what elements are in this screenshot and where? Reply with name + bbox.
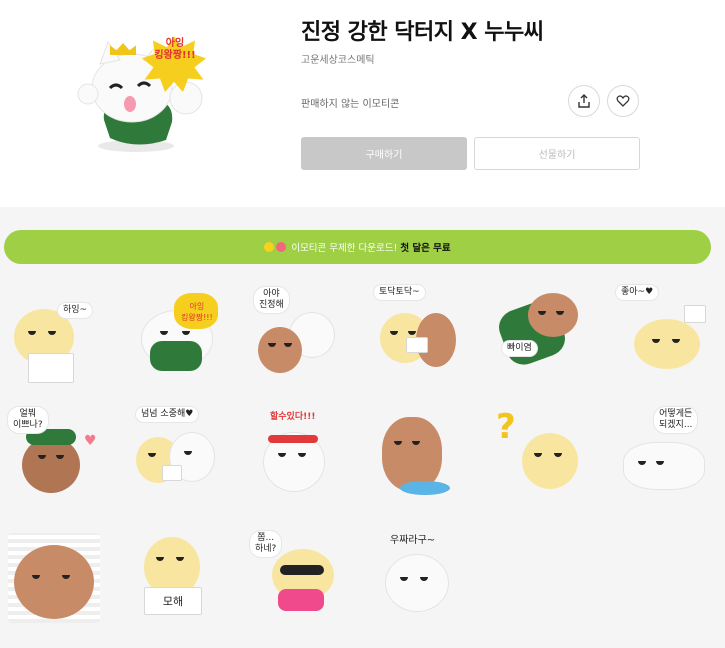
sticker-caption: 할수있다!!! <box>270 412 316 422</box>
emoticon-item[interactable]: 토닥토닥~ <box>372 283 490 401</box>
emoticon-item[interactable]: ? <box>494 407 612 525</box>
sticker-caption: 좋아~♥ <box>616 285 659 300</box>
question-mark-icon: ? <box>496 407 516 447</box>
gift-button[interactable]: 선물하기 <box>474 137 640 170</box>
sticker-caption: 아야 진정해 <box>254 287 289 313</box>
sticker-caption: 쫌... 하네? <box>250 531 282 557</box>
heart-icon <box>616 95 630 107</box>
sticker-caption: 얼붜 이쁘나? <box>8 407 48 433</box>
emoticon-item[interactable]: 할수있다!!! <box>250 407 368 525</box>
product-title: 진정 강한 닥터지 X 누누씨 <box>301 20 544 45</box>
sticker-caption: 어떻게든 되겠지... <box>654 407 698 433</box>
banner-text: 이모티콘 무제한 다운로드! <box>291 243 398 254</box>
emoticon-item[interactable]: 넘넘 소중해♥ <box>128 407 246 525</box>
sticker-caption: 아잉 킹왕짱!!! <box>181 302 213 322</box>
sticker-caption: 빠이염 <box>502 341 537 356</box>
emoticon-item[interactable]: 하잉~ <box>6 283 124 401</box>
emoticon-item[interactable]: 좋아~♥ <box>616 283 725 401</box>
emoticon-item[interactable]: 어떻게든 되겠지... <box>616 407 725 525</box>
sticker-caption: 모해 <box>144 587 202 615</box>
buy-button[interactable]: 구매하기 <box>301 137 467 170</box>
sale-status-text: 판매하지 않는 이모티콘 <box>301 99 400 110</box>
hero-burst-text: 아잉 킹왕짱!!! <box>154 38 196 61</box>
sticker-caption: 하잉~ <box>58 303 93 318</box>
emoticon-item[interactable] <box>6 531 124 648</box>
emoticon-item[interactable] <box>372 407 490 525</box>
product-author[interactable]: 고운세상코스메틱 <box>301 51 375 66</box>
emoticon-item[interactable]: 쫌... 하네? <box>250 531 368 648</box>
heart-icon: ♥ <box>84 433 97 449</box>
emoticon-item[interactable]: 우짜라구~ <box>372 531 490 648</box>
smile-emoji-icon <box>264 242 275 252</box>
emoticon-preview-area: 이모티콘 무제한 다운로드! 첫 달은 무료 하잉~ 아잉 킹왕짱!!! 아야 … <box>0 207 725 648</box>
sticker-caption: 우짜라구~ <box>390 535 436 546</box>
hero-emoticon-image: 아잉 킹왕짱!!! <box>74 28 224 158</box>
share-icon <box>578 94 590 108</box>
subscription-banner[interactable]: 이모티콘 무제한 다운로드! 첫 달은 무료 <box>4 230 711 264</box>
emoticon-item[interactable]: 모해 <box>128 531 246 648</box>
emoticon-item[interactable]: ♥ 얼붜 이쁘나? <box>6 407 124 525</box>
emoticon-item[interactable]: 아잉 킹왕짱!!! <box>128 283 246 401</box>
sticker-caption: 넘넘 소중해♥ <box>136 407 199 422</box>
product-header: 아잉 킹왕짱!!! 진정 강한 닥터지 X 누누씨 고운세상코스메틱 판매하지 … <box>0 0 725 207</box>
emoticon-item[interactable]: 아야 진정해 <box>250 283 368 401</box>
sticker-caption: 토닥토닥~ <box>374 285 425 300</box>
share-button[interactable] <box>568 85 600 117</box>
emoticon-item[interactable]: 빠이염 <box>494 283 612 401</box>
plus-emoji-icon <box>276 242 287 252</box>
like-button[interactable] <box>607 85 639 117</box>
banner-highlight: 첫 달은 무료 <box>400 243 451 254</box>
